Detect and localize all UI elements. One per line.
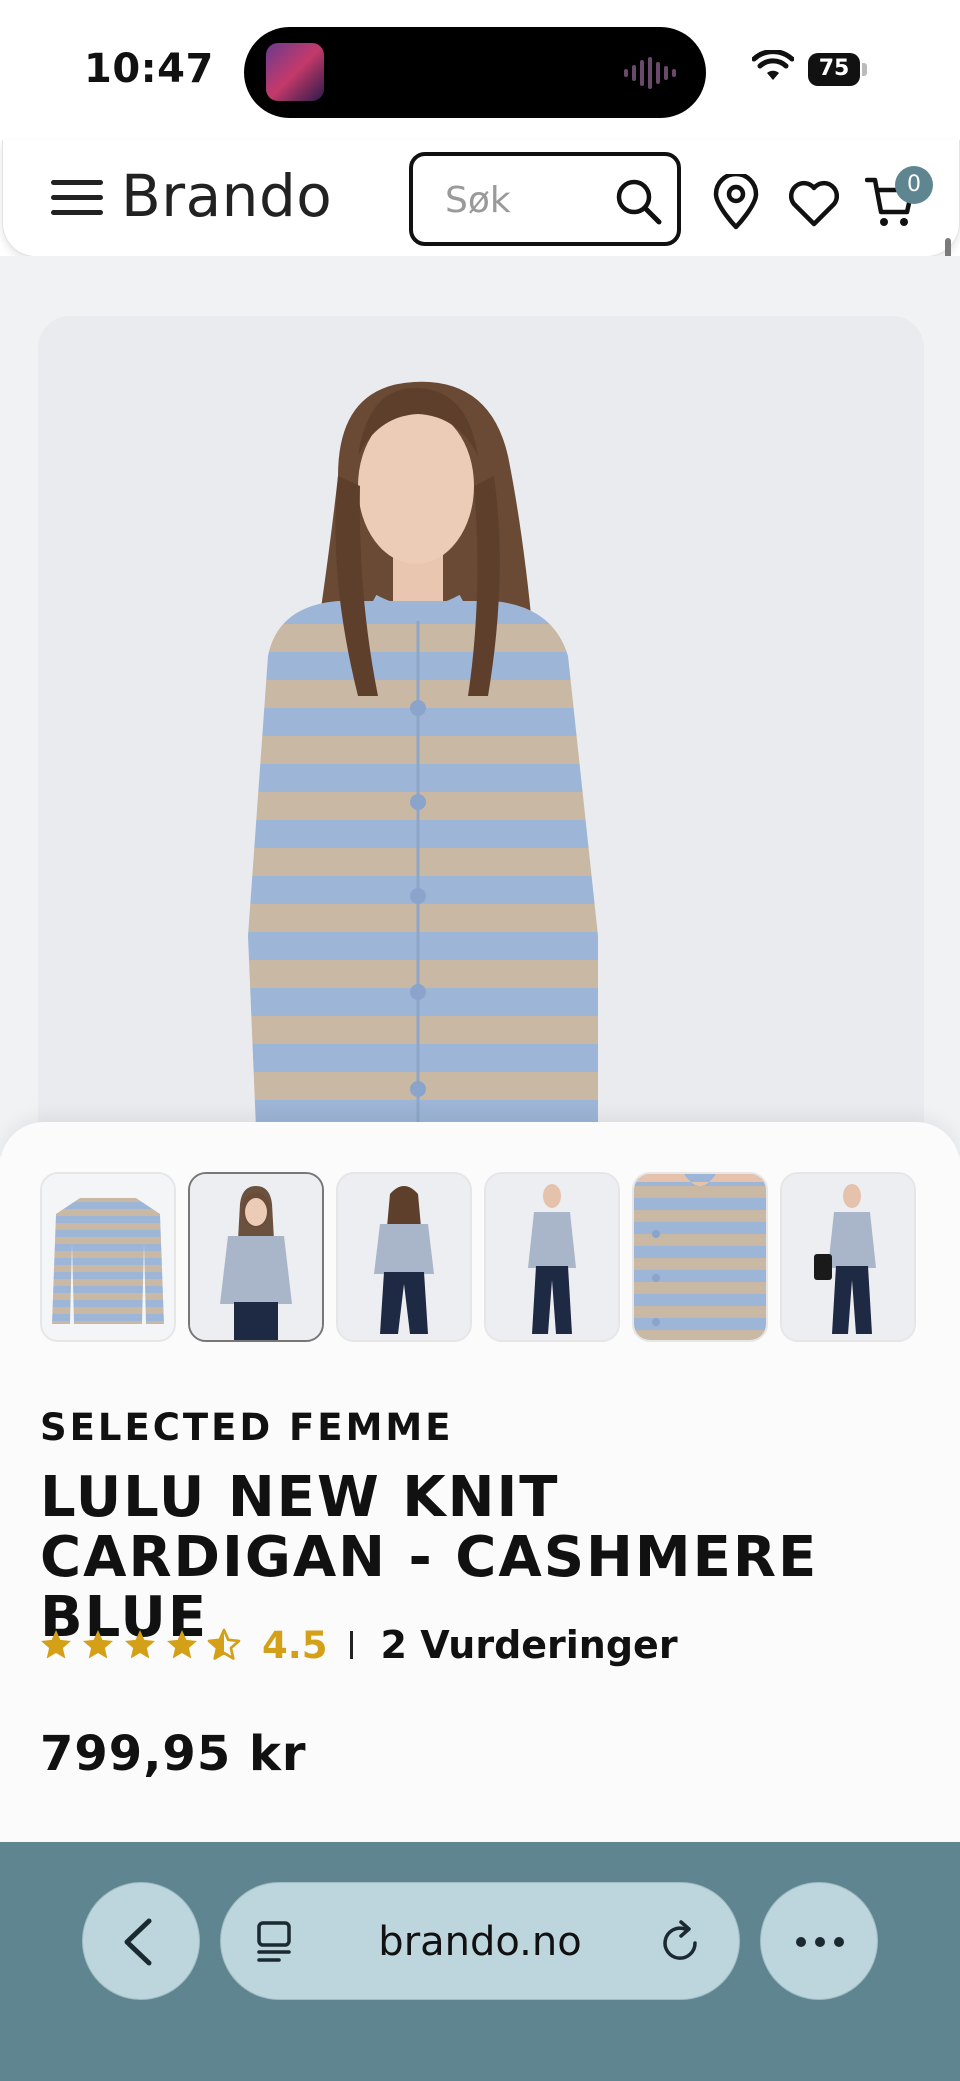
brand-logo[interactable]: Brando: [121, 162, 332, 230]
thumbnail-model-with-bag[interactable]: [780, 1172, 916, 1342]
ellipsis-icon: [796, 1937, 844, 1947]
status-time: 10:47: [84, 46, 214, 92]
status-bar: 10:47 75: [0, 0, 960, 140]
store-location-icon[interactable]: [711, 174, 761, 230]
reload-icon[interactable]: [659, 1919, 703, 1965]
audio-wave-icon: [624, 57, 676, 89]
star-full-icon: [167, 1630, 197, 1659]
thumbnail-flat-cardigan[interactable]: [40, 1172, 176, 1342]
wishlist-heart-icon[interactable]: [787, 178, 841, 228]
site-header: Brando 0: [2, 140, 960, 257]
browser-toolbar: brando.no: [0, 1842, 960, 2081]
rating-value: 4.5: [262, 1623, 328, 1667]
search-input[interactable]: [445, 180, 615, 221]
product-price: 799,95 kr: [40, 1726, 307, 1782]
wifi-icon: [752, 50, 794, 80]
hamburger-menu-icon[interactable]: [51, 178, 103, 218]
model-wearing-cardigan-image: [38, 316, 924, 1176]
chevron-left-icon: [124, 1918, 152, 1966]
battery-tip: [862, 63, 867, 76]
product-rating[interactable]: 4.5 2 Vurderinger: [38, 1620, 678, 1670]
thumbnail-image: [42, 1174, 174, 1340]
rating-divider: [349, 1631, 353, 1659]
thumbnail-detail-closeup[interactable]: [632, 1172, 768, 1342]
rating-stars: [38, 1627, 242, 1663]
thumbnail-strip[interactable]: [40, 1172, 920, 1344]
thumbnail-side-model[interactable]: [484, 1172, 620, 1342]
thumbnail-image: [782, 1174, 914, 1340]
review-count-link[interactable]: 2 Vurderinger: [381, 1623, 678, 1667]
star-full-icon: [83, 1630, 113, 1659]
battery-level: 75: [818, 56, 850, 81]
more-options-button[interactable]: [760, 1882, 878, 2000]
back-button[interactable]: [82, 1882, 200, 2000]
star-half-icon: [207, 1628, 241, 1660]
search-box[interactable]: [409, 152, 681, 246]
product-main-image[interactable]: [38, 316, 924, 1176]
battery-indicator: 75: [808, 53, 860, 86]
thumbnail-image: [486, 1174, 618, 1340]
thumbnail-back-model[interactable]: [336, 1172, 472, 1342]
thumbnail-image: [338, 1174, 470, 1340]
thumbnail-image: [190, 1174, 322, 1340]
star-full-icon: [125, 1630, 155, 1659]
thumbnail-image: [634, 1174, 766, 1340]
now-playing-app-icon[interactable]: [266, 43, 324, 101]
product-info-sheet: SELECTED FEMME LULU NEW KNIT CARDIGAN - …: [0, 1122, 960, 1842]
product-brand[interactable]: SELECTED FEMME: [40, 1406, 454, 1449]
star-full-icon: [41, 1630, 71, 1659]
dynamic-island[interactable]: [244, 27, 706, 118]
address-bar[interactable]: brando.no: [220, 1882, 740, 2000]
thumbnail-front-model[interactable]: [188, 1172, 324, 1342]
cart-count-badge: 0: [895, 166, 933, 204]
search-icon[interactable]: [613, 176, 663, 226]
